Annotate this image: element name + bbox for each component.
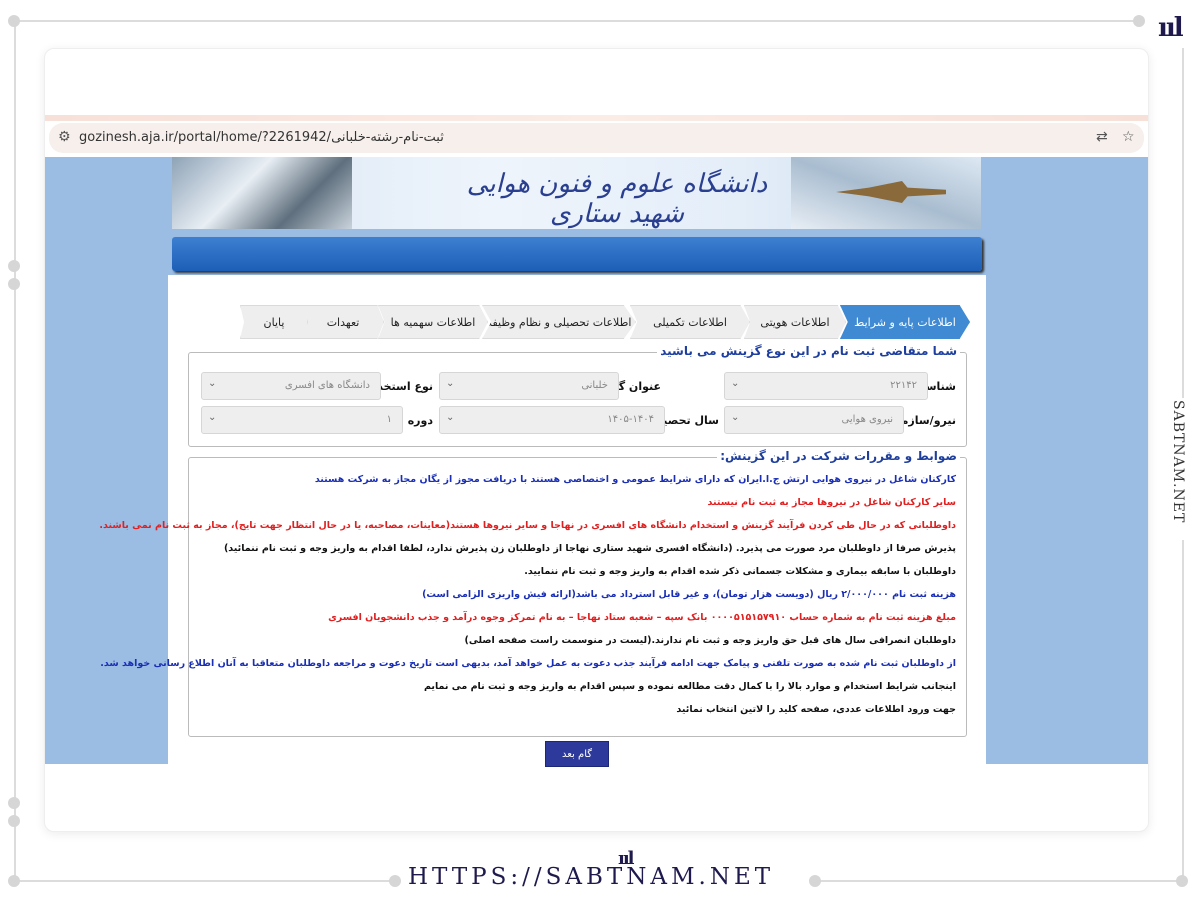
rules-fieldset: ضوابط و مقررات شرکت در این گزینش: کارکنا… — [99, 449, 967, 737]
screenshot-card: ⚙ gozinesh.aja.ir/portal/home/?2261942/ث… — [44, 48, 1149, 832]
browser-tab-strip — [45, 115, 1148, 121]
frame-bottom-line-right — [820, 880, 1184, 882]
web-page: دانشگاه علوم و فنون هوایی شهید ستاری اطل… — [45, 157, 1148, 767]
frame-dot — [8, 260, 20, 272]
frame-bottom-line — [14, 880, 399, 882]
frame-dot — [8, 875, 20, 887]
rule-item: سایر کارکنان شاغل در نیروها مجاز به ثبت … — [707, 497, 956, 508]
frame-dot — [1176, 875, 1188, 887]
rule-item: اینجانب شرایط استخدام و موارد بالا را با… — [423, 681, 956, 692]
tab-education-info[interactable]: اطلاعات تحصیلی و نظام وظیفه — [482, 305, 636, 339]
rule-item: پذیرش صرفا از داوطلبان مرد صورت می پذیرد… — [223, 543, 956, 554]
address-url[interactable]: gozinesh.aja.ir/portal/home/?2261942/ثبت… — [79, 130, 444, 145]
application-info-fieldset: شما متقاضی ثبت نام در این نوع گزینش می ب… — [188, 344, 967, 447]
frame-right-line-lower — [1182, 540, 1184, 880]
title-select[interactable]: خلبانی ⌄ — [439, 372, 619, 400]
side-watermark-text: SABTNAM.NET — [1170, 400, 1186, 524]
banner-title: دانشگاه علوم و فنون هوایی شهید ستاری — [466, 169, 768, 229]
sabtnam-logo-mark: ııl — [1158, 13, 1184, 43]
application-info-legend: شما متقاضی ثبت نام در این نوع گزینش می ب… — [657, 344, 960, 358]
frame-dot — [8, 278, 20, 290]
force-value: نیروی هوایی — [841, 414, 894, 425]
footer-logo-mark: ııl — [618, 848, 634, 869]
tab-commitments[interactable]: تعهدات — [302, 305, 384, 339]
title-value: خلبانی — [581, 380, 608, 391]
frame-dot — [809, 875, 821, 887]
tab-identity-info[interactable]: اطلاعات هویتی — [744, 305, 846, 339]
bookmark-star-icon[interactable]: ☆ — [1122, 129, 1135, 145]
tab-basic-info[interactable]: اطلاعات پایه و شرایط — [840, 305, 970, 339]
rule-item: هزینه ثبت نام ۲/۰۰۰/۰۰۰ ریال (دویست هزار… — [422, 589, 956, 600]
academic-year-value: ۱۴۰۵-۱۴۰۴ — [607, 414, 654, 425]
employment-type-select[interactable]: دانشگاه های افسری ⌄ — [201, 372, 381, 400]
frame-left-line — [14, 20, 16, 882]
chevron-down-icon: ⌄ — [446, 378, 455, 389]
address-bar[interactable]: ⚙ gozinesh.aja.ir/portal/home/?2261942/ث… — [49, 123, 1144, 153]
chevron-down-icon: ⌄ — [208, 412, 217, 423]
frame-dot — [8, 815, 20, 827]
id-select[interactable]: ۲۲۱۴۲ ⌄ — [724, 372, 928, 400]
frame-dot — [8, 797, 20, 809]
frame-dot — [389, 875, 401, 887]
rule-item: از داوطلبان ثبت نام شده به صورت تلفنی و … — [100, 658, 956, 669]
nav-bar — [172, 237, 982, 271]
id-value: ۲۲۱۴۲ — [890, 380, 917, 391]
employment-type-value: دانشگاه های افسری — [284, 380, 370, 391]
wizard-tabs: اطلاعات پایه و شرایط اطلاعات هویتی اطلاع… — [236, 305, 970, 339]
footer-watermark-url: HTTPS://SABTNAM.NET — [408, 864, 775, 890]
rules-legend: ضوابط و مقررات شرکت در این گزینش: — [717, 449, 960, 463]
academic-year-select[interactable]: ۱۴۰۵-۱۴۰۴ ⌄ — [439, 406, 665, 434]
tab-supplementary-info[interactable]: اطلاعات تکمیلی — [630, 305, 750, 339]
frame-right-line — [1182, 48, 1184, 398]
next-step-button[interactable]: گام بعد — [545, 741, 609, 767]
chevron-down-icon: ⌄ — [731, 378, 740, 389]
frame-dot — [8, 15, 20, 27]
form-panel: اطلاعات پایه و شرایط اطلاعات هویتی اطلاع… — [99, 275, 986, 767]
tab-finish[interactable]: پایان — [240, 305, 308, 339]
frame-dot — [1133, 15, 1145, 27]
rule-item: کارکنان شاغل در نیروی هوایی ارتش ج.ا.ایر… — [314, 474, 956, 485]
pilot-image — [172, 157, 352, 229]
fighter-jet-image — [791, 157, 981, 229]
rule-item: داوطلبان با سابقه بیماری و مشکلات جسمانی… — [524, 566, 956, 577]
translate-icon[interactable]: ⇄ — [1096, 129, 1108, 145]
rule-item: جهت ورود اطلاعات عددی، صفحه کلید را لاتی… — [676, 704, 956, 715]
site-settings-icon[interactable]: ⚙ — [58, 129, 71, 145]
rule-item: مبلغ هزینه ثبت نام به شماره حساب ۰۰۰۰۵۱۵… — [328, 612, 956, 623]
chevron-down-icon: ⌄ — [446, 412, 455, 423]
rule-item: داوطلبانی که در حال طی کردن فرآیند گزینش… — [99, 520, 956, 531]
rule-item: داوطلبان انصرافی سال های قبل حق واریز وج… — [464, 635, 956, 646]
period-label: دوره — [407, 414, 433, 427]
frame-top-line — [14, 20, 1144, 22]
fighter-jet-icon — [836, 181, 946, 203]
period-value: ۱ — [386, 414, 392, 425]
tab-quota-info[interactable]: اطلاعات سهمیه ها — [378, 305, 488, 339]
chevron-down-icon: ⌄ — [208, 378, 217, 389]
force-select[interactable]: نیروی هوایی ⌄ — [724, 406, 904, 434]
period-select[interactable]: ۱ ⌄ — [201, 406, 403, 434]
university-banner: دانشگاه علوم و فنون هوایی شهید ستاری — [172, 157, 981, 229]
chevron-down-icon: ⌄ — [731, 412, 740, 423]
